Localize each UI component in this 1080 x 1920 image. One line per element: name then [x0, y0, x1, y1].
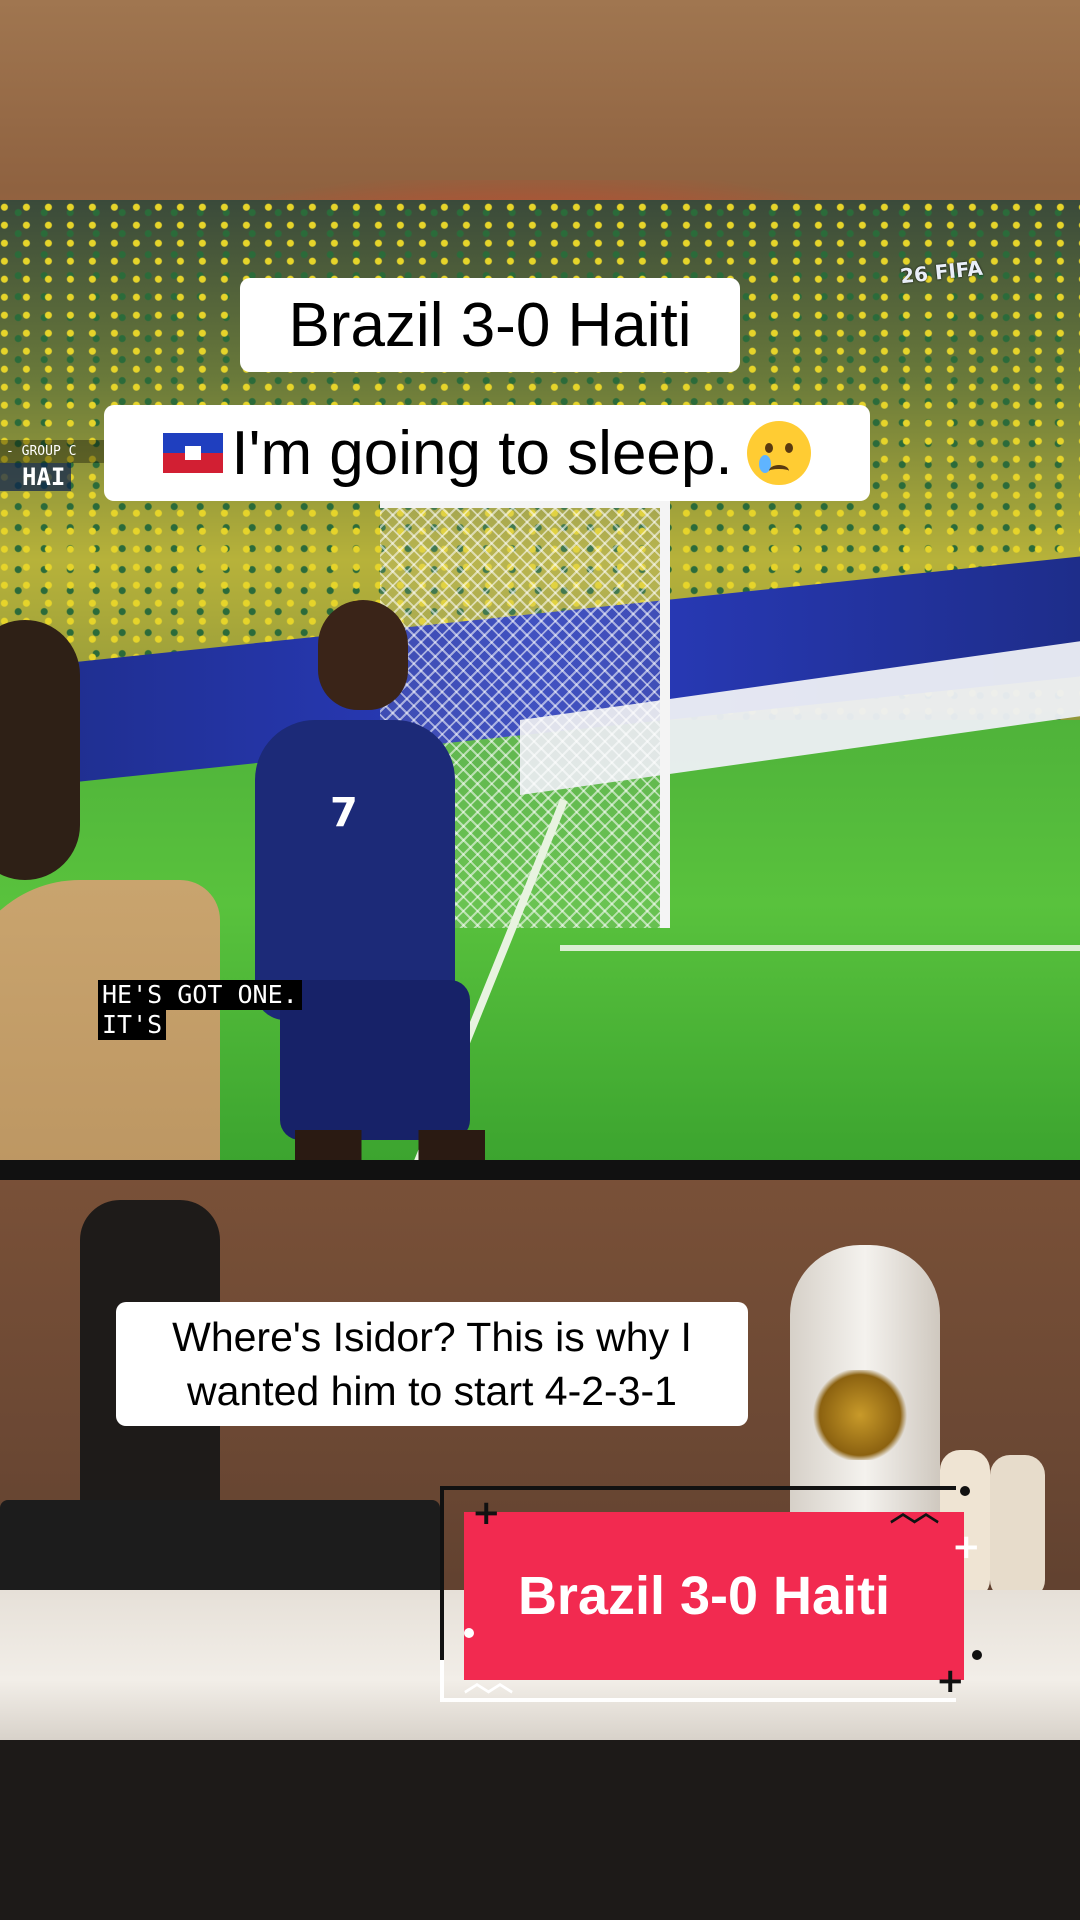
player-shorts [280, 980, 470, 1140]
zigzag-icon: ︿︿ [890, 1498, 939, 1528]
dot-icon [972, 1650, 982, 1660]
comment-caption: Where's Isidor? This is why I wanted him… [116, 1302, 748, 1426]
gold-flower-decoration [810, 1370, 910, 1460]
pitch-line [560, 945, 1080, 951]
player-head [318, 600, 408, 710]
plus-icon: + [952, 1527, 981, 1567]
score-sticker: Brazil 3-0 Haiti + + + ︿︿ ︿︿ [440, 1486, 982, 1702]
jersey-number: 7 [330, 790, 358, 836]
scoreboard-team: HAI [0, 463, 72, 491]
plus-icon: + [936, 1661, 965, 1701]
scoreboard-group: - GROUP C [0, 440, 120, 463]
candle [990, 1455, 1045, 1600]
caption-line: IT'S [98, 1010, 167, 1040]
dot-icon [960, 1486, 970, 1496]
comment-line: Where's Isidor? This is why I [172, 1314, 692, 1360]
caption-line: HE'S GOT ONE. [98, 980, 302, 1010]
tv-scoreboard: - GROUP C HAI [0, 440, 120, 500]
zigzag-icon: ︿︿ [464, 1668, 513, 1698]
player-jersey [255, 720, 455, 1020]
sleep-caption-text: I'm going to sleep. [231, 418, 733, 488]
tv-bezel [0, 1160, 1080, 1180]
closed-captions: HE'S GOT ONE. IT'S [98, 980, 302, 1040]
title-caption: Brazil 3-0 Haiti [240, 278, 740, 372]
dot-icon [464, 1628, 474, 1638]
comment-line: wanted him to start 4-2-3-1 [187, 1368, 677, 1414]
sleep-caption: I'm going to sleep. [104, 405, 870, 501]
crying-face-icon [746, 421, 811, 485]
sticker-text: Brazil 3-0 Haiti [517, 1566, 891, 1626]
plus-icon: + [472, 1493, 501, 1533]
media-cabinet [0, 1740, 1080, 1920]
haiti-flag-icon [163, 433, 224, 473]
spectator-head [0, 620, 80, 880]
